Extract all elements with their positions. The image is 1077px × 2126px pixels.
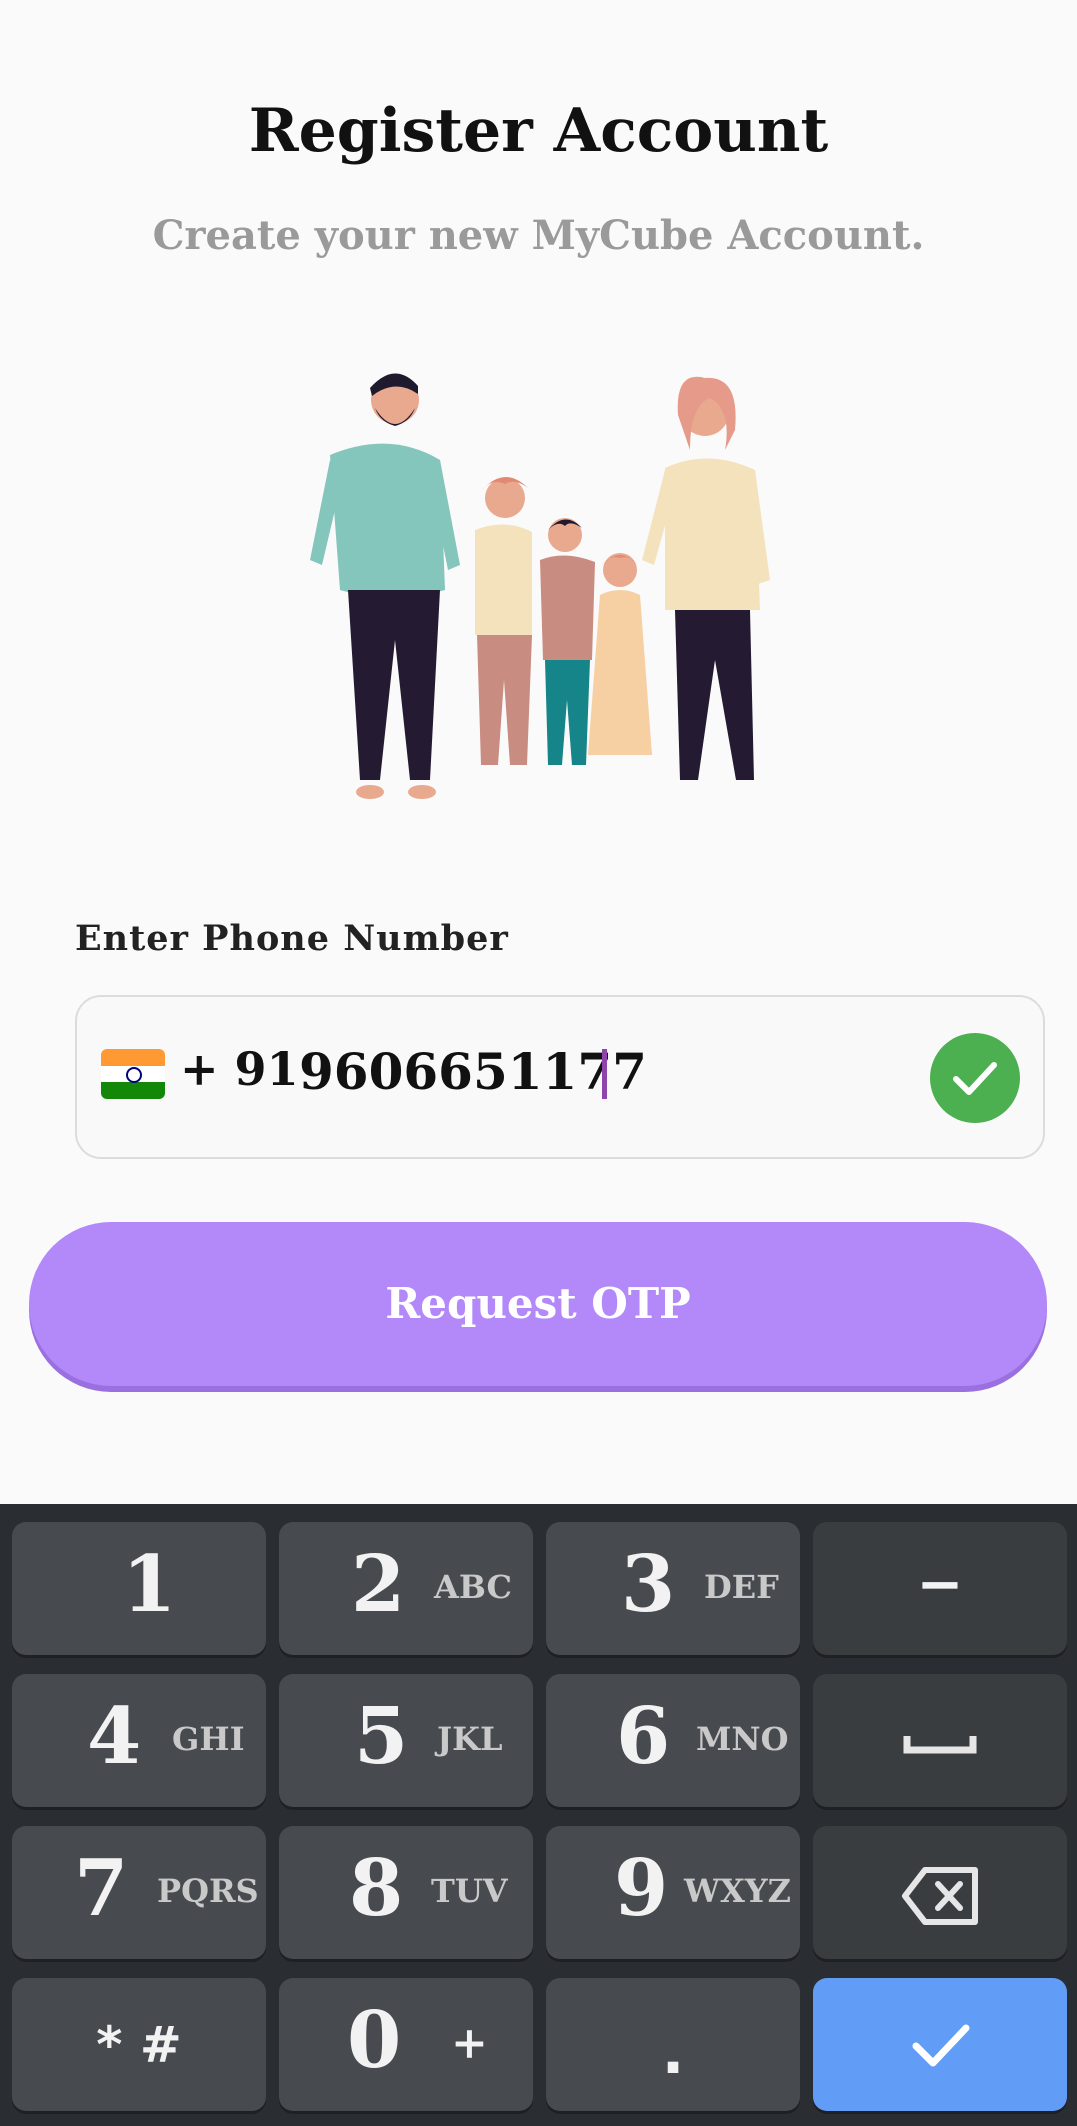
key-6[interactable]: 6 MNO xyxy=(546,1674,800,1807)
backspace-key[interactable] xyxy=(813,1826,1067,1959)
period-key[interactable]: . xyxy=(546,1978,800,2111)
phone-number-field[interactable]: + 91 9606651177 xyxy=(75,995,1045,1159)
checkmark-icon xyxy=(912,2024,970,2067)
key-0[interactable]: 0 + xyxy=(279,1978,533,2111)
phone-number-input[interactable]: 9606651177 xyxy=(299,1042,647,1101)
page-title: Register Account xyxy=(248,96,829,166)
son-figure xyxy=(475,476,532,765)
key-2[interactable]: 2 ABC xyxy=(279,1522,533,1655)
valid-check-icon xyxy=(930,1033,1020,1123)
key-1[interactable]: 1 xyxy=(12,1522,266,1655)
done-key[interactable] xyxy=(813,1978,1067,2111)
space-key[interactable] xyxy=(813,1674,1067,1807)
backspace-icon xyxy=(902,1867,978,1925)
star-hash-key[interactable]: * # xyxy=(12,1978,266,2111)
text-caret xyxy=(602,1049,607,1099)
daughter-figure xyxy=(588,553,652,755)
key-5[interactable]: 5 JKL xyxy=(279,1674,533,1807)
phone-number-label: Enter Phone Number xyxy=(75,918,509,959)
child-figure xyxy=(540,518,595,765)
key-8[interactable]: 8 TUV xyxy=(279,1826,533,1959)
request-otp-button[interactable]: Request OTP xyxy=(29,1222,1047,1386)
minus-key[interactable]: − xyxy=(813,1522,1067,1655)
india-flag-icon[interactable] xyxy=(101,1049,165,1099)
family-illustration xyxy=(310,373,770,799)
key-4[interactable]: 4 GHI xyxy=(12,1674,266,1807)
key-3[interactable]: 3 DEF xyxy=(546,1522,800,1655)
father-figure xyxy=(310,373,460,799)
numeric-keyboard: 1 2 ABC 3 DEF − 4 GHI 5 JKL 6 MNO 7 PQRS… xyxy=(0,1504,1077,2126)
mother-figure xyxy=(642,376,770,780)
space-icon xyxy=(903,1736,977,1754)
key-9[interactable]: 9 WXYZ xyxy=(546,1826,800,1959)
page-subtitle: Create your new MyCube Account. xyxy=(152,212,925,259)
key-7[interactable]: 7 PQRS xyxy=(12,1826,266,1959)
country-code[interactable]: + 91 xyxy=(180,1042,299,1096)
